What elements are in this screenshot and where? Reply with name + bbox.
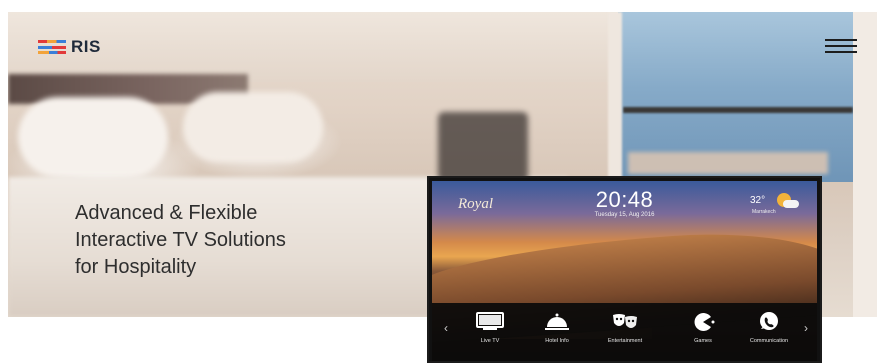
tv-menu-bar: ‹ Live TV Hotel Info Entertainment Games… <box>432 303 817 361</box>
headline-line-1: Advanced & Flexible <box>75 202 258 224</box>
tv-menu-item-communication[interactable]: Communication <box>734 311 804 344</box>
service-bell-icon <box>522 311 592 333</box>
tv-menu-item-games[interactable]: Games <box>668 311 738 344</box>
ris-logo[interactable]: RIS <box>38 37 101 57</box>
weather-cloud-icon <box>783 200 799 208</box>
ris-logo-mark-icon <box>38 40 66 54</box>
tv-screen: Royal 20:48 Tuesday 15, Aug 2016 32° Mar… <box>432 181 817 361</box>
tv-mockup: Royal 20:48 Tuesday 15, Aug 2016 32° Mar… <box>427 176 822 363</box>
logo-text: RIS <box>71 37 101 56</box>
chevron-right-icon[interactable]: › <box>804 321 808 335</box>
tv-menu-item-entertainment[interactable]: Entertainment <box>590 311 660 344</box>
tv-menu-label: Hotel Info <box>545 338 569 344</box>
tv-menu-item-hotel-info[interactable]: Hotel Info <box>522 311 592 344</box>
tv-menu-label: Live TV <box>480 338 500 344</box>
hamburger-menu-icon[interactable] <box>825 39 857 53</box>
weather-temperature: 32° <box>750 195 766 206</box>
tv-menu-label: Entertainment <box>607 338 643 344</box>
chevron-left-icon[interactable]: ‹ <box>444 321 448 335</box>
hero-headline: Advanced & Flexible Interactive TV Solut… <box>75 200 286 281</box>
tv-menu-label: Communication <box>749 338 789 344</box>
tv-icon <box>455 311 525 333</box>
tv-menu-item-live-tv[interactable]: Live TV <box>455 311 525 344</box>
theater-masks-icon <box>590 311 660 333</box>
headline-line-3: for Hospitality <box>75 256 197 278</box>
pacman-icon <box>668 311 738 333</box>
weather-city: Marrakech <box>752 209 776 215</box>
headline-line-2: Interactive TV Solutions <box>75 229 286 251</box>
phone-chat-icon <box>734 311 804 333</box>
tv-menu-label: Games <box>694 338 712 344</box>
